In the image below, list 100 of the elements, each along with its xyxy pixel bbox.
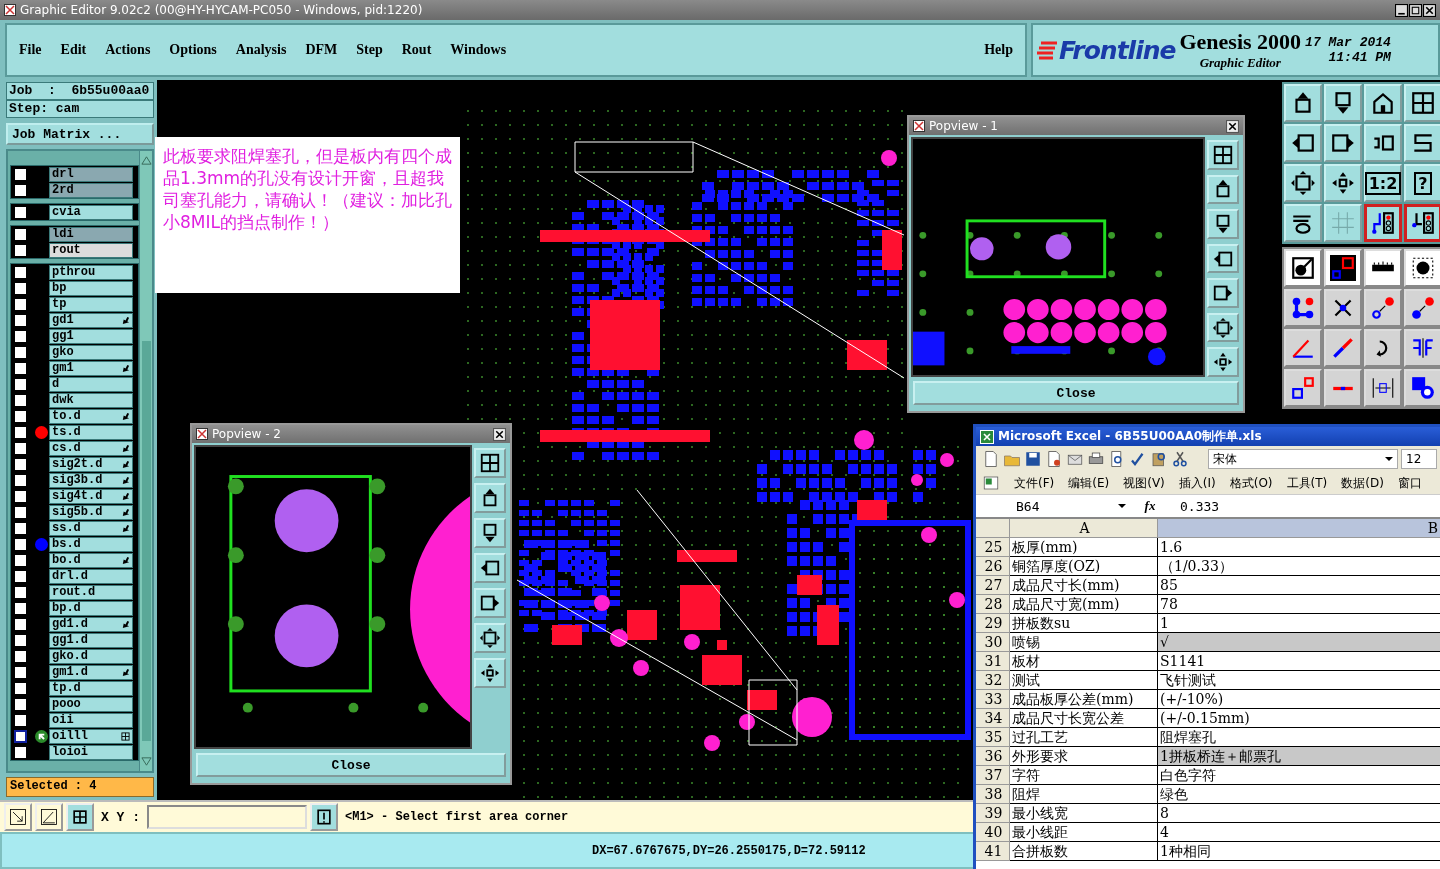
menu-item[interactable]: Actions xyxy=(105,42,151,58)
view-button[interactable] xyxy=(474,483,506,513)
view-button[interactable] xyxy=(474,588,506,618)
layer-checkbox[interactable] xyxy=(14,167,27,181)
layer-name[interactable]: sig5b.d xyxy=(49,504,133,520)
tool-button[interactable]: ? xyxy=(1404,164,1440,202)
book-icon[interactable] xyxy=(1150,450,1168,468)
row-header[interactable]: 27 xyxy=(976,576,1010,595)
menu-item[interactable]: Step xyxy=(356,42,383,58)
document-icon[interactable] xyxy=(1045,450,1063,468)
menu-item[interactable]: Analysis xyxy=(235,42,287,58)
layer-checkbox[interactable] xyxy=(14,297,27,311)
menu-item[interactable]: 窗口 xyxy=(1397,474,1422,492)
layer-name[interactable]: tp.d xyxy=(49,680,133,696)
layer-name[interactable]: 2rd xyxy=(49,182,133,198)
font-size-field[interactable]: 12 xyxy=(1401,449,1437,469)
column-header[interactable]: A xyxy=(1010,519,1158,538)
row-header[interactable]: 33 xyxy=(976,690,1010,709)
layer-checkbox[interactable] xyxy=(14,729,27,743)
scroll-up-icon[interactable] xyxy=(140,155,152,166)
layer-name[interactable]: sig2t.d xyxy=(49,456,133,472)
layer-checkbox[interactable] xyxy=(14,697,27,711)
view-button[interactable] xyxy=(1207,140,1239,170)
layer-checkbox[interactable] xyxy=(14,665,27,679)
layer-name[interactable]: sig4t.d xyxy=(49,488,133,504)
layer-checkbox[interactable] xyxy=(14,585,27,599)
view-button[interactable] xyxy=(1207,174,1239,205)
layer-checkbox[interactable] xyxy=(14,537,27,551)
layer-checkbox[interactable] xyxy=(14,473,27,487)
layer-checkbox[interactable] xyxy=(14,521,27,535)
menu-item[interactable]: 工具(T) xyxy=(1286,474,1328,492)
layer-checkbox[interactable] xyxy=(14,205,27,219)
layer-checkbox[interactable] xyxy=(14,441,27,455)
new-document-icon[interactable] xyxy=(982,450,1000,468)
layer-checkbox[interactable] xyxy=(14,183,27,197)
layer-checkbox[interactable] xyxy=(14,745,27,759)
tool-button[interactable]: 1:2 xyxy=(1364,164,1402,202)
layer-checkbox[interactable] xyxy=(14,409,27,423)
layer-name[interactable]: d xyxy=(49,376,133,392)
layer-checkbox[interactable] xyxy=(14,265,27,279)
layer-name[interactable]: bp xyxy=(49,280,133,296)
tool-button[interactable] xyxy=(1404,204,1440,242)
menu-item[interactable]: 插入(I) xyxy=(1178,474,1216,492)
layer-checkbox[interactable] xyxy=(14,601,27,615)
layer-name[interactable]: bo.d xyxy=(49,552,133,568)
scrollbar[interactable] xyxy=(139,151,152,771)
view-button[interactable] xyxy=(474,448,506,478)
menu-item[interactable]: DFM xyxy=(305,42,338,58)
layer-name[interactable]: gd1 xyxy=(49,312,133,328)
layer-name[interactable]: gd1.d xyxy=(49,616,133,632)
layer-name[interactable]: ts.d xyxy=(49,424,133,440)
menu-item[interactable]: Windows xyxy=(450,42,507,58)
layer-name[interactable]: oii xyxy=(49,712,133,728)
row-header[interactable]: 36 xyxy=(976,747,1010,766)
layer-name[interactable]: drl.d xyxy=(49,568,133,584)
layer-checkbox[interactable] xyxy=(14,617,27,631)
layer-checkbox[interactable] xyxy=(14,377,27,391)
menu-item[interactable]: 数据(D) xyxy=(1341,474,1384,492)
layer-name[interactable]: rout.d xyxy=(49,584,133,600)
row-header[interactable]: 26 xyxy=(976,557,1010,576)
layer-checkbox[interactable] xyxy=(14,313,27,327)
layer-checkbox[interactable] xyxy=(14,345,27,359)
minimize-icon[interactable] xyxy=(1395,3,1408,17)
name-box[interactable]: B64 xyxy=(976,498,1130,514)
close-button[interactable]: Close xyxy=(913,381,1239,405)
view-button[interactable] xyxy=(1207,278,1239,308)
layer-name[interactable]: oilll xyxy=(49,728,133,744)
tool-button[interactable] xyxy=(1364,204,1402,242)
row-header[interactable]: 40 xyxy=(976,823,1010,842)
layer-name[interactable]: bs.d xyxy=(49,536,133,552)
column-header[interactable]: B xyxy=(1158,519,1440,538)
layer-name[interactable]: cvia xyxy=(49,204,133,220)
layer-name[interactable]: gg1 xyxy=(49,328,133,344)
row-header[interactable]: 28 xyxy=(976,595,1010,614)
layer-checkbox[interactable] xyxy=(14,505,27,519)
layer-checkbox[interactable] xyxy=(14,329,27,343)
row-header[interactable]: 31 xyxy=(976,652,1010,671)
layer-name[interactable]: pooo xyxy=(49,696,133,712)
maximize-icon[interactable] xyxy=(1409,3,1422,17)
layer-name[interactable]: gko.d xyxy=(49,648,133,664)
menu-item[interactable]: Options xyxy=(169,42,217,58)
layer-name[interactable]: to.d xyxy=(49,408,133,424)
layer-checkbox[interactable] xyxy=(14,243,27,257)
layer-checkbox[interactable] xyxy=(14,361,27,375)
view-button[interactable] xyxy=(1207,209,1239,239)
row-header[interactable]: 29 xyxy=(976,614,1010,633)
layer-checkbox[interactable] xyxy=(14,489,27,503)
view-button[interactable] xyxy=(1207,312,1239,343)
layer-checkbox[interactable] xyxy=(14,227,27,241)
layer-name[interactable]: gko xyxy=(49,344,133,360)
row-header[interactable]: 34 xyxy=(976,709,1010,728)
layer-checkbox[interactable] xyxy=(14,569,27,583)
menu-item[interactable]: 文件(F) xyxy=(1014,474,1055,492)
view-button[interactable] xyxy=(474,553,506,583)
view-button[interactable] xyxy=(474,623,506,653)
close-icon[interactable] xyxy=(1423,3,1436,17)
menu-item[interactable]: Rout xyxy=(401,42,432,58)
row-header[interactable]: 38 xyxy=(976,785,1010,804)
layer-name[interactable]: ss.d xyxy=(49,520,133,536)
view-button[interactable] xyxy=(474,518,506,548)
